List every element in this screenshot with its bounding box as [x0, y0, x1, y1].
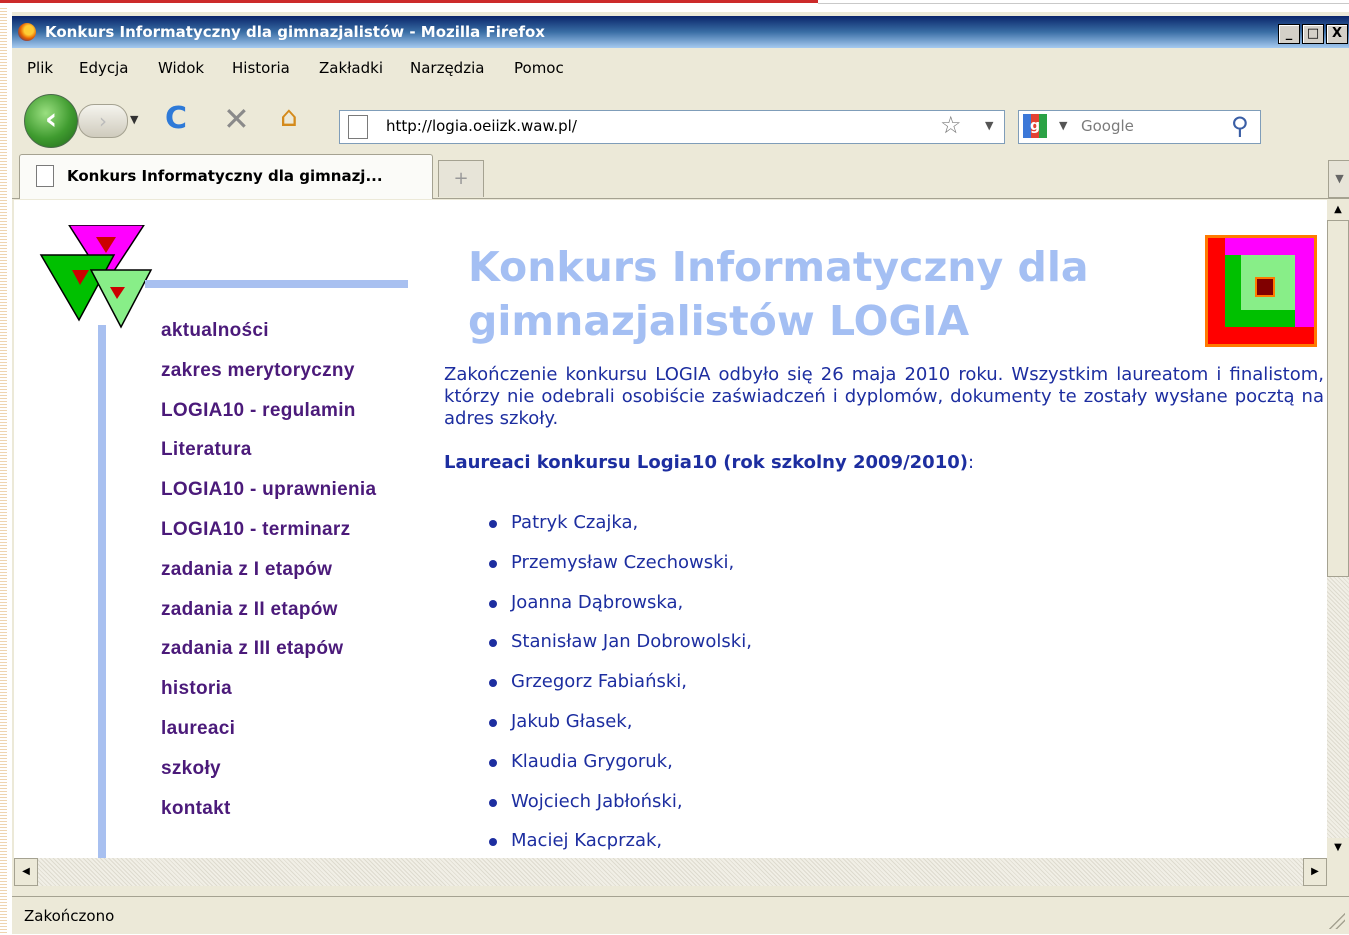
google-engine-icon[interactable]: g [1023, 114, 1047, 138]
decorative-vertical-bar [98, 325, 106, 858]
reload-icon[interactable]: C [165, 101, 187, 136]
tab-page-icon [36, 165, 54, 187]
list-item: Grzegorz Fabiański, [484, 671, 752, 711]
stop-icon[interactable]: ✕ [223, 100, 250, 138]
url-bar[interactable]: http://logia.oeiizk.waw.pl/ ☆ ▼ [339, 110, 1005, 144]
page-title-line-2: gimnazjalistów LOGIA [468, 297, 970, 345]
status-bar: Zakończono [12, 896, 1349, 935]
vertical-scrollbar[interactable]: ▲ ▼ [1327, 200, 1349, 858]
search-icon[interactable]: ⚲ [1231, 112, 1249, 140]
menu-edit[interactable]: Edycja [79, 59, 128, 77]
laureates-list: Patryk Czajka, Przemysław Czechowski, Jo… [484, 512, 752, 858]
site-navigation: aktualności zakres merytoryczny LOGIA10 … [161, 320, 376, 837]
title-bar[interactable]: Konkurs Informatyczny dla gimnazjalistów… [12, 16, 1349, 48]
list-item: Patryk Czajka, [484, 512, 752, 552]
nav-link-literatura[interactable]: Literatura [161, 439, 376, 479]
resize-grip-icon[interactable] [1329, 913, 1345, 929]
nav-link-kontakt[interactable]: kontakt [161, 798, 376, 838]
browser-window: Konkurs Informatyczny dla gimnazjalistów… [12, 12, 1349, 934]
intro-paragraph: Zakończenie konkursu LOGIA odbyło się 26… [444, 364, 1324, 429]
home-icon[interactable]: ⌂ [280, 100, 298, 133]
page-title: Konkurs Informatyczny dla gimnazjalistów… [468, 240, 1089, 348]
navigation-toolbar: ‹ › ▼ C ✕ ⌂ http://logia.oeiizk.waw.pl/ … [12, 88, 1349, 148]
nav-link-historia[interactable]: historia [161, 678, 376, 718]
maximize-button[interactable]: □ [1302, 24, 1324, 44]
menu-bar: Plik Edycja Widok Historia Zakładki Narz… [12, 52, 1349, 82]
bookmark-star-icon[interactable]: ☆ [940, 111, 962, 139]
minimize-button[interactable]: _ [1278, 24, 1300, 44]
tab-list-button[interactable]: ▼ [1328, 160, 1349, 198]
logia-triangles-logo [39, 225, 153, 329]
nav-link-szkoly[interactable]: szkoły [161, 758, 376, 798]
nav-link-uprawnienia[interactable]: LOGIA10 - uprawnienia [161, 479, 376, 519]
nav-link-terminarz[interactable]: LOGIA10 - terminarz [161, 519, 376, 559]
scroll-up-arrow-icon[interactable]: ▲ [1327, 200, 1349, 220]
scroll-right-arrow-icon[interactable]: ▶ [1303, 858, 1327, 886]
url-text[interactable]: http://logia.oeiizk.waw.pl/ [386, 117, 577, 135]
slide-top-red-line [0, 0, 818, 3]
tab-label: Konkurs Informatyczny dla gimnazj... [67, 167, 383, 185]
list-item: Joanna Dąbrowska, [484, 592, 752, 632]
search-input[interactable]: Google [1081, 117, 1134, 135]
logia-square-logo [1205, 235, 1317, 347]
scroll-down-arrow-icon[interactable]: ▼ [1327, 838, 1349, 858]
slide-left-border [0, 8, 7, 934]
menu-file[interactable]: Plik [27, 59, 53, 77]
nav-link-laureaci[interactable]: laureaci [161, 718, 376, 758]
menu-bookmarks[interactable]: Zakładki [319, 59, 383, 77]
page-icon [348, 115, 368, 139]
menu-history[interactable]: Historia [232, 59, 290, 77]
nav-link-aktualnosci[interactable]: aktualności [161, 320, 376, 360]
window-title: Konkurs Informatyczny dla gimnazjalistów… [45, 23, 545, 41]
close-button[interactable]: X [1326, 24, 1348, 44]
forward-button[interactable]: › [78, 104, 128, 138]
vertical-scroll-thumb[interactable] [1327, 220, 1349, 577]
url-dropdown-icon[interactable]: ▼ [985, 119, 993, 132]
nav-link-regulamin[interactable]: LOGIA10 - regulamin [161, 400, 376, 440]
list-item: Przemysław Czechowski, [484, 552, 752, 592]
nav-link-zadania-2[interactable]: zadania z II etapów [161, 599, 376, 639]
nav-link-zadania-3[interactable]: zadania z III etapów [161, 638, 376, 678]
slide-top-grey-line [818, 3, 1349, 4]
list-item: Jakub Głasek, [484, 711, 752, 751]
menu-tools[interactable]: Narzędzia [410, 59, 484, 77]
back-button[interactable]: ‹ [24, 94, 78, 148]
tab-active[interactable]: Konkurs Informatyczny dla gimnazj... [19, 154, 433, 199]
decorative-horizontal-bar [145, 280, 408, 288]
menu-help[interactable]: Pomoc [514, 59, 564, 77]
list-item: Klaudia Grygoruk, [484, 751, 752, 791]
nav-link-zadania-1[interactable]: zadania z I etapów [161, 559, 376, 599]
horizontal-scrollbar[interactable]: ◀ ▶ [14, 858, 1327, 886]
search-engine-dropdown-icon[interactable]: ▼ [1059, 119, 1067, 132]
list-item: Maciej Kacprzak, [484, 830, 752, 858]
laureates-heading-text: Laureaci konkursu Logia10 (rok szkolny 2… [444, 452, 968, 473]
laureates-heading-colon: : [967, 452, 975, 473]
status-text: Zakończono [24, 907, 115, 925]
laureates-heading: Laureaci konkursu Logia10 (rok szkolny 2… [444, 452, 974, 473]
tab-bar: Konkurs Informatyczny dla gimnazj... + ▼ [12, 154, 1349, 199]
history-dropdown-icon[interactable]: ▼ [130, 113, 138, 126]
search-bar[interactable]: g ▼ Google ⚲ [1018, 110, 1261, 144]
list-item: Stanisław Jan Dobrowolski, [484, 631, 752, 671]
scroll-left-arrow-icon[interactable]: ◀ [14, 858, 38, 886]
page-title-line-1: Konkurs Informatyczny dla [468, 243, 1089, 291]
list-item: Wojciech Jabłoński, [484, 791, 752, 831]
page-content: aktualności zakres merytoryczny LOGIA10 … [14, 200, 1327, 858]
nav-link-zakres[interactable]: zakres merytoryczny [161, 360, 376, 400]
menu-view[interactable]: Widok [158, 59, 204, 77]
firefox-icon[interactable] [18, 23, 36, 41]
new-tab-button[interactable]: + [438, 160, 484, 197]
